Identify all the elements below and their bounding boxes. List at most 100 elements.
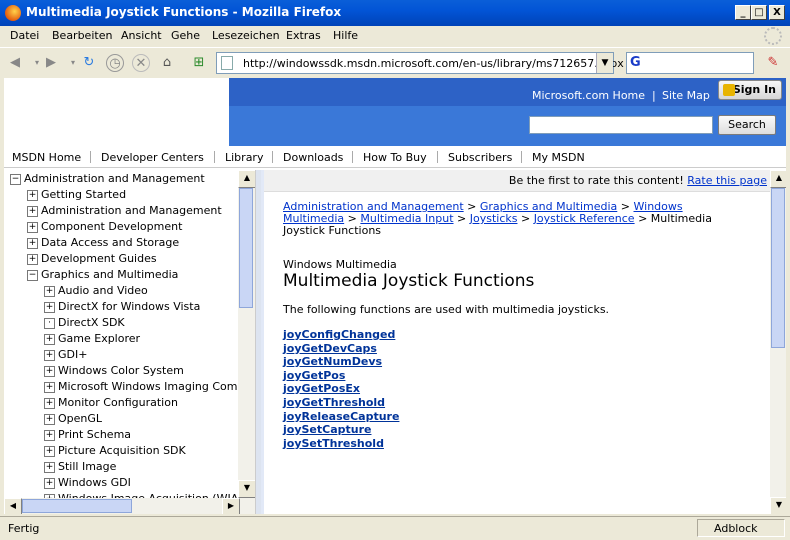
tree-horizontal-scrollbar[interactable]: ◀ ▶ [4,498,255,514]
link-site-map[interactable]: Site Map [662,89,710,102]
link-microsoft-home[interactable]: Microsoft.com Home [532,89,645,102]
tree-expander-icon[interactable]: + [27,238,38,249]
tree-expander-icon[interactable]: + [44,334,55,345]
tree-scroll-up-icon[interactable]: ▲ [238,170,256,188]
signin-button[interactable]: Sign In [718,80,782,100]
tree-node[interactable]: DirectX SDK [58,316,125,329]
fn-joygetthreshold[interactable]: joyGetThreshold [283,396,385,409]
url-text[interactable]: http://windowssdk.msdn.microsoft.com/en-… [243,57,624,70]
nav-msdn-home[interactable]: MSDN Home [12,151,81,164]
close-button[interactable]: X [769,5,785,20]
nav-developer-centers[interactable]: Developer Centers [101,151,204,164]
google-icon[interactable]: G [630,55,641,70]
tree-expander-icon[interactable]: + [27,206,38,217]
nav-library[interactable]: Library [225,151,263,164]
tree-scroll-down-icon[interactable]: ▼ [238,480,256,498]
fn-joyconfigchanged[interactable]: joyConfigChanged [283,328,395,341]
tree-node[interactable]: Component Development [41,220,182,233]
menu-gehe[interactable]: Gehe [171,29,200,42]
tree-expander-icon[interactable]: + [44,462,55,473]
tree-node[interactable]: OpenGL [58,412,102,425]
search-engine-box[interactable]: G [626,52,754,74]
tree-scroll-right-icon[interactable]: ▶ [222,498,240,514]
reload-icon[interactable]: ↻ [80,54,98,72]
tree-expander-icon[interactable]: · [44,318,55,329]
home-icon[interactable]: ⌂ [158,54,176,72]
tree-node[interactable]: Microsoft Windows Imaging Com [58,380,237,393]
tree-expander-icon[interactable]: + [44,414,55,425]
crumb-joystick-reference[interactable]: Joystick Reference [534,212,635,225]
tree-expander-icon[interactable]: + [44,302,55,313]
tree-node[interactable]: DirectX for Windows Vista [58,300,200,313]
fn-joygetposex[interactable]: joyGetPosEx [283,382,360,395]
menu-bearbeiten[interactable]: Bearbeiten [52,29,112,42]
tree-node[interactable]: Administration and Management [41,204,222,217]
page-scroll-down-icon[interactable]: ▼ [770,497,786,514]
adblock-button[interactable]: Adblock [697,519,785,537]
tree-node[interactable]: Monitor Configuration [58,396,178,409]
tree-expander-icon[interactable]: + [44,382,55,393]
fn-joygetpos[interactable]: joyGetPos [283,369,345,382]
menu-lesezeichen[interactable]: Lesezeichen [212,29,280,42]
extension-icon[interactable]: ✎ [764,54,782,72]
maximize-button[interactable]: □ [751,5,767,20]
tree-node[interactable]: GDI+ [58,348,87,361]
crumb-joysticks[interactable]: Joysticks [470,212,518,225]
tree-expander-icon[interactable]: + [44,430,55,441]
menu-hilfe[interactable]: Hilfe [333,29,358,42]
tree-expander-icon[interactable]: − [27,270,38,281]
site-search-input[interactable] [529,116,713,134]
tree-expander-icon[interactable]: + [27,190,38,201]
tree-expander-icon[interactable]: + [44,350,55,361]
tree-node[interactable]: Windows Color System [58,364,184,377]
fn-joyreleasecapture[interactable]: joyReleaseCapture [283,410,399,423]
url-dropdown-icon[interactable]: ▼ [596,53,613,73]
tree-node[interactable]: Still Image [58,460,116,473]
url-bar[interactable]: http://windowssdk.msdn.microsoft.com/en-… [216,52,624,74]
stop-icon[interactable]: ✕ [132,54,150,72]
tree-node[interactable]: Print Schema [58,428,131,441]
menu-datei[interactable]: Datei [10,29,39,42]
minimize-button[interactable]: _ [735,5,751,20]
tree-expander-icon[interactable]: + [44,446,55,457]
fn-joygetnumdevs[interactable]: joyGetNumDevs [283,355,382,368]
tree-node[interactable]: Getting Started [41,188,126,201]
menu-ansicht[interactable]: Ansicht [121,29,162,42]
tree-node[interactable]: Administration and Management [24,172,205,185]
nav-my-msdn[interactable]: My MSDN [532,151,585,164]
tree-expander-icon[interactable]: + [27,222,38,233]
nav-downloads[interactable]: Downloads [283,151,343,164]
tree-node[interactable]: Audio and Video [58,284,148,297]
rate-this-page-link[interactable]: Rate this page [687,174,767,187]
fn-joygetdevcaps[interactable]: joyGetDevCaps [283,342,377,355]
tree-expander-icon[interactable]: + [44,478,55,489]
tree-hscroll-thumb[interactable] [22,499,132,513]
tree-node[interactable]: Data Access and Storage [41,236,179,249]
bookmark-add-icon[interactable]: ⊞ [190,54,208,72]
tree-expander-icon[interactable]: + [44,366,55,377]
fn-joysetcapture[interactable]: joySetCapture [283,423,371,436]
site-search-button[interactable]: Search [718,115,776,135]
tree-node[interactable]: Picture Acquisition SDK [58,444,186,457]
tree-node[interactable]: Game Explorer [58,332,140,345]
nav-subscribers[interactable]: Subscribers [448,151,512,164]
tree-expander-icon[interactable]: − [10,174,21,185]
history-icon[interactable]: ◷ [106,54,124,72]
menu-extras[interactable]: Extras [286,29,321,42]
tree-node[interactable]: Graphics and Multimedia [41,268,178,281]
tree-expander-icon[interactable]: + [44,398,55,409]
fn-joysetthreshold[interactable]: joySetThreshold [283,437,384,450]
page-scroll-thumb[interactable] [771,188,785,348]
tree-vertical-scrollbar[interactable]: ▲ ▼ [238,170,256,498]
tree-expander-icon[interactable]: + [44,286,55,297]
nav-how-to-buy[interactable]: How To Buy [363,151,427,164]
forward-icon[interactable]: ▶ [42,54,60,72]
back-icon[interactable]: ◀ [6,54,24,72]
tree-node[interactable]: Windows GDI [58,476,131,489]
tree-node[interactable]: Development Guides [41,252,157,265]
page-vertical-scrollbar[interactable]: ▲ ▼ [770,170,786,514]
page-scroll-up-icon[interactable]: ▲ [770,170,786,188]
tree-scroll-thumb[interactable] [239,188,253,308]
tree-expander-icon[interactable]: + [27,254,38,265]
tree-scroll-left-icon[interactable]: ◀ [4,498,22,514]
